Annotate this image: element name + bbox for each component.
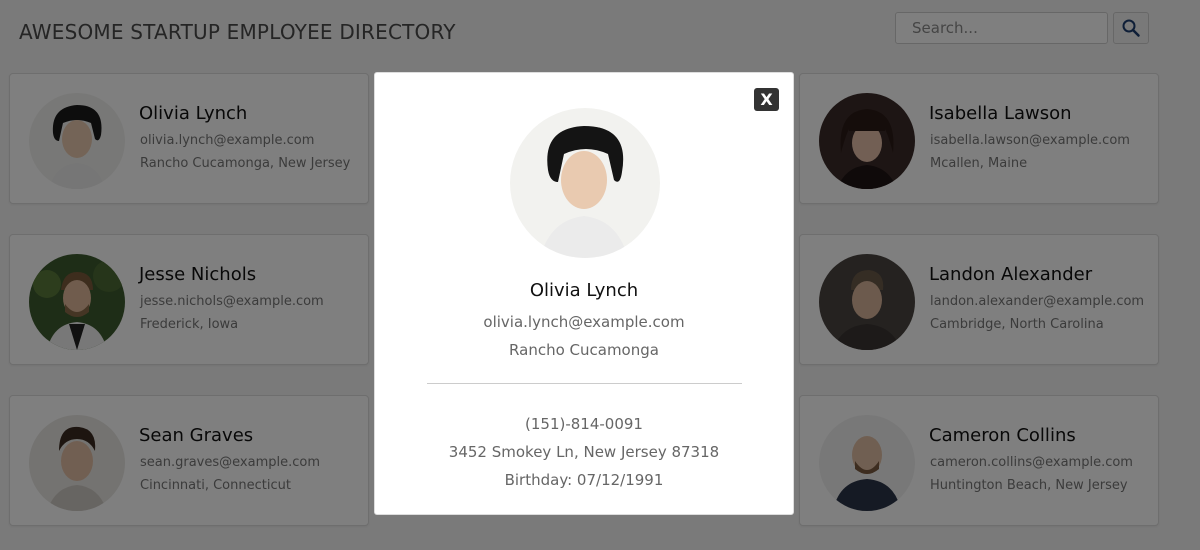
modal-avatar: [510, 108, 660, 258]
employee-modal: X Olivia Lynch olivia.lynch@example.com …: [374, 72, 794, 515]
modal-address: 3452 Smokey Ln, New Jersey 87318: [448, 443, 720, 461]
modal-birthday: Birthday: 07/12/1991: [504, 471, 664, 489]
modal-email: olivia.lynch@example.com: [483, 313, 685, 331]
divider: [427, 383, 742, 384]
modal-name: Olivia Lynch: [529, 280, 639, 301]
modal-city: Rancho Cucamonga: [509, 341, 659, 359]
modal-phone: (151)-814-0091: [525, 415, 643, 433]
close-button[interactable]: X: [754, 88, 779, 111]
